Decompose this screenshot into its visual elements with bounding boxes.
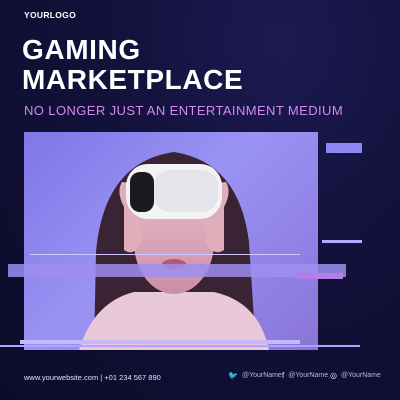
subtitle: NO LONGER JUST AN ENTERTAINMENT MEDIUM [24, 103, 344, 118]
social-twitter[interactable]: 🐦 @YourName [228, 371, 282, 380]
brand-logo: YOURLOGO [24, 10, 76, 20]
social-instagram[interactable]: ◎ @YourName [330, 371, 381, 380]
vr-headset-photo [24, 132, 318, 350]
glitch-bar [0, 345, 360, 347]
facebook-icon: f [282, 371, 285, 380]
social-handle: @YourName [288, 372, 329, 379]
headline-line-2: MARKETPLACE [22, 64, 244, 95]
glitch-bar [295, 273, 343, 279]
glitch-bar [326, 143, 362, 153]
instagram-icon: ◎ [330, 371, 337, 380]
vr-headset-shade [154, 170, 218, 212]
glitch-bar [322, 240, 362, 243]
social-handle: @YourName [340, 372, 381, 379]
vr-headset-band [130, 172, 154, 212]
glitch-bar [30, 254, 300, 255]
photo-illustration [79, 152, 269, 350]
headline-line-1: GAMING [22, 34, 141, 65]
footer-contact[interactable]: www.yourwebsite.com | +01 234 567 890 [24, 373, 161, 382]
glitch-bar [20, 340, 300, 344]
social-handle: @YourName [241, 372, 282, 379]
headline: GAMING MARKETPLACE [22, 35, 243, 95]
social-facebook[interactable]: f @YourName [282, 371, 328, 380]
twitter-icon: 🐦 [228, 371, 238, 380]
